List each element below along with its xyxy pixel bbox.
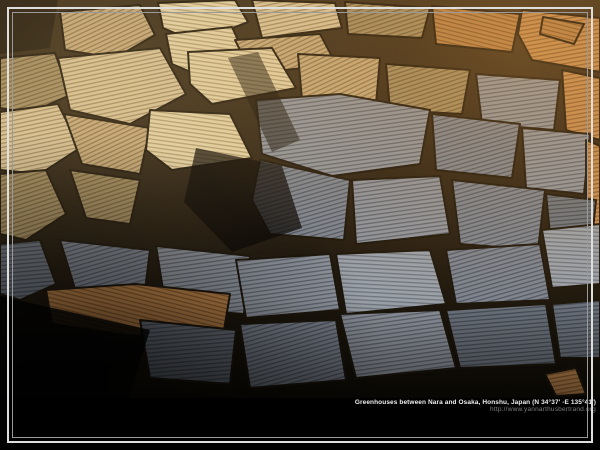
aerial-photo-greenhouses [0, 0, 600, 450]
caption-url: http://www.yannarthusbertrand.org [355, 406, 596, 413]
photo-caption: Greenhouses between Nara and Osaka, Hons… [355, 399, 596, 413]
light-overlays [0, 0, 600, 450]
caption-title: Greenhouses between Nara and Osaka, Hons… [355, 399, 596, 406]
wallpaper: Greenhouses between Nara and Osaka, Hons… [0, 0, 600, 450]
